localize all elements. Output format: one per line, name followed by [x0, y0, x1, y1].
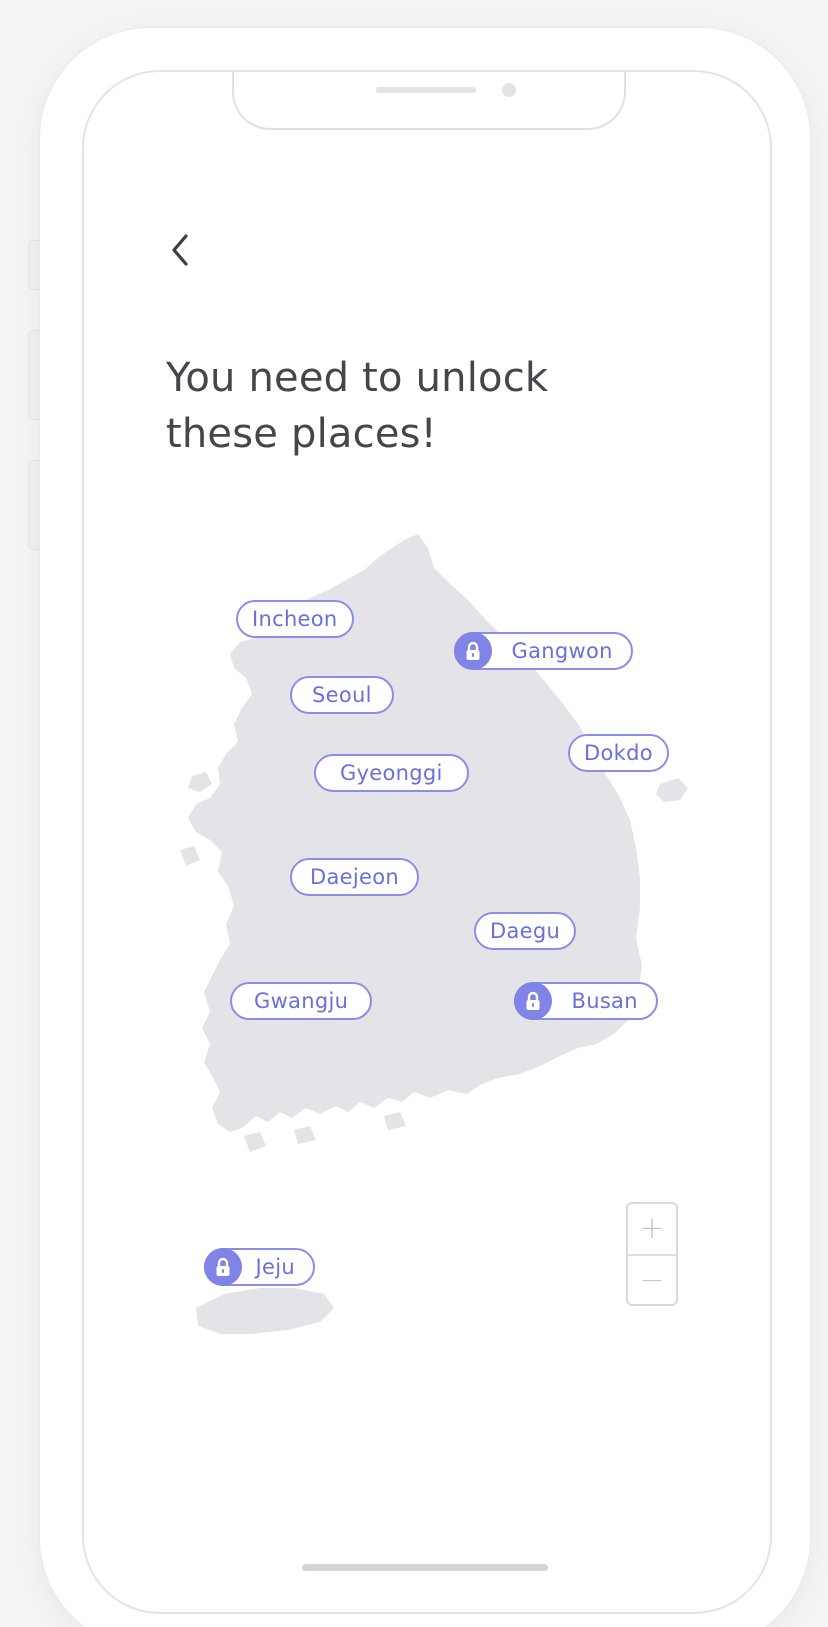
place-tag-jeju[interactable]: Jeju: [203, 1248, 315, 1286]
place-tag-daejeon[interactable]: Daejeon: [290, 858, 419, 896]
map-area: Incheon Gangwon Seoul Dokdo Gyeonggi Dae…: [84, 72, 770, 1612]
place-tag-label: Dokdo: [584, 741, 653, 765]
lock-icon: [453, 632, 492, 670]
lock-icon: [513, 982, 552, 1020]
place-tag-busan[interactable]: Busan: [513, 982, 658, 1020]
place-tag-dokdo[interactable]: Dokdo: [568, 734, 669, 772]
place-tag-gyeonggi[interactable]: Gyeonggi: [314, 754, 469, 792]
south-island-2: [294, 1126, 316, 1144]
south-island-1: [244, 1132, 266, 1152]
stage: You need to unlock these places! Incheon…: [0, 0, 828, 1627]
place-tag-gangwon[interactable]: Gangwon: [453, 632, 633, 670]
place-tag-label: Incheon: [252, 607, 338, 631]
south-island-3: [384, 1112, 406, 1130]
place-tag-label: Busan: [571, 989, 638, 1013]
place-tag-label: Gwangju: [254, 989, 349, 1013]
jeju-island-shape: [196, 1288, 334, 1334]
place-tag-daegu[interactable]: Daegu: [474, 912, 577, 950]
place-tag-label: Seoul: [312, 683, 372, 707]
zoom-control: + −: [626, 1202, 678, 1306]
place-tag-label: Gyeonggi: [340, 761, 443, 785]
place-tag-label: Jeju: [255, 1255, 295, 1279]
phone-screen: You need to unlock these places! Incheon…: [82, 70, 772, 1614]
dokdo-island: [656, 778, 688, 802]
west-island-1: [188, 772, 212, 792]
lock-icon: [203, 1248, 242, 1286]
place-tag-gwangju[interactable]: Gwangju: [230, 982, 373, 1020]
place-tag-incheon[interactable]: Incheon: [236, 600, 354, 638]
place-tag-label: Daejeon: [310, 865, 399, 889]
home-indicator[interactable]: [302, 1564, 548, 1571]
place-tag-seoul[interactable]: Seoul: [290, 676, 394, 714]
zoom-in-button[interactable]: +: [628, 1204, 676, 1254]
west-island-2: [180, 846, 200, 866]
south-korea-map: [180, 534, 688, 1334]
place-tag-label: Daegu: [490, 919, 561, 943]
place-tag-label: Gangwon: [511, 639, 613, 663]
zoom-out-button[interactable]: −: [628, 1256, 676, 1304]
